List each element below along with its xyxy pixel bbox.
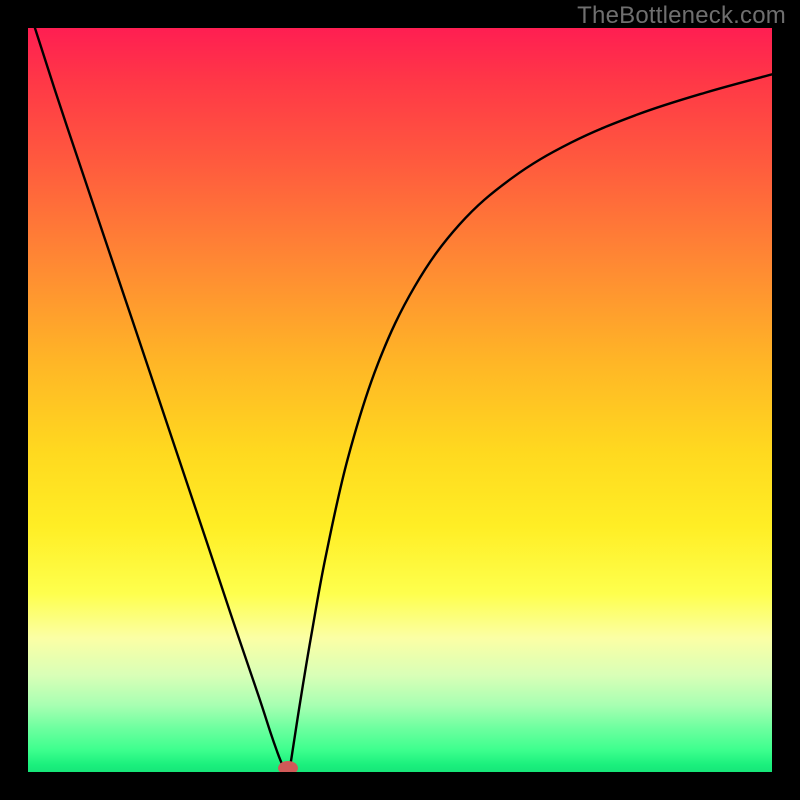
chart-container: TheBottleneck.com <box>0 0 800 800</box>
curve-svg <box>28 28 772 772</box>
plot-area <box>28 28 772 772</box>
watermark-text: TheBottleneck.com <box>577 2 786 30</box>
bottleneck-curve-right <box>288 73 772 772</box>
bottleneck-curve-left <box>28 28 288 772</box>
